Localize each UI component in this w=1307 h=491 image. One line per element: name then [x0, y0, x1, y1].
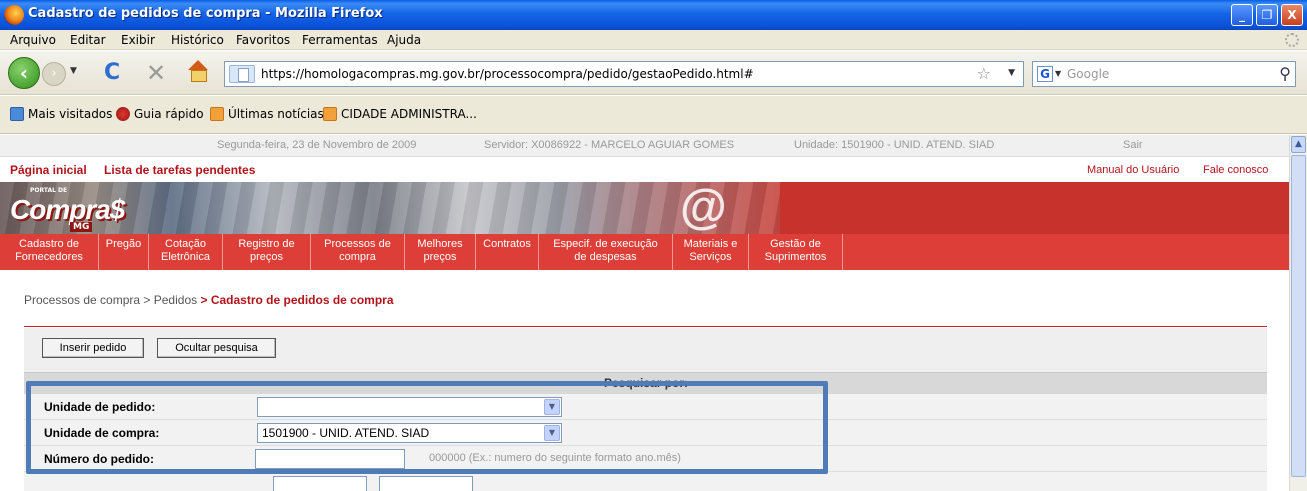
menu-arquivo[interactable]: Arquivo	[10, 33, 56, 47]
window-titlebar: Cadastro de pedidos de compra - Mozilla …	[0, 0, 1307, 30]
portal-logo[interactable]: Compra$	[10, 194, 125, 226]
top-links: Página inicial Lista de tarefas pendente…	[0, 159, 1289, 181]
url-dropdown-icon[interactable]: ▼	[1008, 68, 1015, 78]
maximize-button[interactable]: ❐	[1256, 4, 1278, 26]
nav-registro-precos[interactable]: Registro de preços	[223, 234, 311, 270]
hide-search-button[interactable]: Ocultar pesquisa	[157, 338, 276, 358]
menu-editar[interactable]: Editar	[70, 33, 106, 47]
url-text[interactable]: https://homologacompras.mg.gov.br/proces…	[261, 67, 754, 81]
current-date: Segunda-feira, 23 de Novembro de 2009	[217, 139, 417, 151]
date-to-input[interactable]	[379, 476, 473, 491]
breadcrumb-separator: >	[197, 293, 211, 307]
breadcrumb-separator: >	[140, 293, 154, 307]
logo-suffix: MG	[70, 222, 93, 232]
contact-link[interactable]: Fale conosco	[1203, 164, 1268, 176]
nav-melhores-precos[interactable]: Melhores preços	[405, 234, 476, 270]
logout-link[interactable]: Sair	[1123, 139, 1143, 151]
main-navigation: Cadastro de Fornecedores Pregão Cotação El…	[0, 234, 1289, 270]
section-divider	[24, 326, 1267, 327]
throbber-icon	[1285, 33, 1299, 47]
nav-processos-compra[interactable]: Processos de compra	[311, 234, 405, 270]
insert-order-button[interactable]: Inserir pedido	[42, 338, 144, 358]
firefox-icon	[4, 5, 24, 25]
bookmarks-toolbar: Mais visitados Guia rápido Últimas notíc…	[0, 96, 1307, 134]
user-manual-link[interactable]: Manual do Usuário	[1087, 164, 1179, 176]
breadcrumb-processos[interactable]: Processos de compra	[24, 293, 140, 307]
window-title: Cadastro de pedidos de compra - Mozilla …	[28, 6, 383, 21]
search-bar[interactable]: G ▼ Google ⚲	[1032, 61, 1296, 87]
rss-icon	[210, 107, 224, 121]
folder-icon	[10, 107, 24, 121]
server-user: Servidor: X0086922 - MARCELO AGUIAR GOME…	[484, 139, 735, 151]
menu-ajuda[interactable]: Ajuda	[387, 33, 421, 47]
navigation-toolbar: ‹ › ▼ C ✕ https://homologacompras.mg.gov…	[0, 51, 1307, 95]
portal-banner: PORTAL DE Compra$ MG @	[0, 182, 1289, 234]
nav-contratos[interactable]: Contratos	[476, 234, 539, 270]
bookmark-mais-visitados[interactable]: Mais visitados	[10, 107, 112, 121]
reload-button[interactable]: C	[104, 60, 120, 85]
menu-ferramentas[interactable]: Ferramentas	[302, 33, 378, 47]
guide-icon	[116, 107, 130, 121]
home-button[interactable]	[186, 60, 210, 82]
nav-gestao-suprimentos[interactable]: Gestão de Suprimentos	[749, 234, 843, 270]
nav-cadastro-fornecedores[interactable]: Cadastro de Fornecedores	[0, 234, 99, 270]
history-dropdown-icon[interactable]: ▼	[70, 66, 77, 76]
session-info-bar: Segunda-feira, 23 de Novembro de 2009 Se…	[0, 135, 1289, 157]
menu-bar: Arquivo Editar Exibir Histórico Favorito…	[0, 30, 1307, 50]
url-bar[interactable]: https://homologacompras.mg.gov.br/proces…	[224, 61, 1024, 87]
date-from-input[interactable]	[273, 476, 367, 491]
nav-pregao[interactable]: Pregão	[99, 234, 149, 270]
user-unit: Unidade: 1501900 - UNID. ATEND. SIAD	[794, 139, 995, 151]
home-link[interactable]: Página inicial	[10, 163, 87, 177]
scroll-up-icon[interactable]: ▲	[1291, 136, 1306, 153]
scroll-thumb[interactable]	[1291, 155, 1306, 477]
site-identity-icon[interactable]	[229, 65, 255, 83]
logo-prefix: PORTAL DE	[30, 187, 68, 194]
row-partial	[24, 472, 1267, 491]
bookmark-cidade-administrativa[interactable]: CIDADE ADMINISTRA...	[323, 107, 477, 121]
minimize-button[interactable]: _	[1231, 4, 1253, 26]
magnifier-icon[interactable]: ⚲	[1279, 64, 1291, 83]
bookmark-guia-rapido[interactable]: Guia rápido	[116, 107, 204, 121]
vertical-scrollbar[interactable]: ▲	[1289, 135, 1307, 491]
search-placeholder[interactable]: Google	[1067, 67, 1109, 81]
highlight-box	[26, 381, 828, 474]
breadcrumb-pedidos[interactable]: Pedidos	[154, 293, 197, 307]
bookmark-ultimas-noticias[interactable]: Últimas notícias	[210, 107, 324, 121]
nav-cotacao-eletronica[interactable]: Cotação Eletrônica	[149, 234, 223, 270]
breadcrumb-current: Cadastro de pedidos de compra	[210, 293, 394, 307]
breadcrumb: Processos de compra > Pedidos > Cadastro…	[24, 293, 394, 307]
menu-favoritos[interactable]: Favoritos	[236, 33, 290, 47]
google-icon[interactable]: G	[1037, 66, 1053, 82]
bookmark-star-icon[interactable]: ☆	[977, 64, 991, 83]
nav-especif-execucao-despesas[interactable]: Especif. de execução de despesas	[539, 234, 673, 270]
search-engine-dropdown-icon[interactable]: ▼	[1055, 69, 1061, 78]
at-sign-graphic: @	[680, 181, 727, 234]
back-button[interactable]: ‹	[8, 57, 40, 89]
rss-icon	[323, 107, 337, 121]
menu-exibir[interactable]: Exibir	[121, 33, 155, 47]
close-button[interactable]: X	[1281, 4, 1303, 26]
menu-historico[interactable]: Histórico	[171, 33, 224, 47]
stop-button[interactable]: ✕	[146, 59, 166, 87]
pending-tasks-link[interactable]: Lista de tarefas pendentes	[104, 163, 255, 177]
nav-materiais-servicos[interactable]: Materiais e Serviços	[673, 234, 749, 270]
forward-button[interactable]: ›	[42, 62, 66, 86]
